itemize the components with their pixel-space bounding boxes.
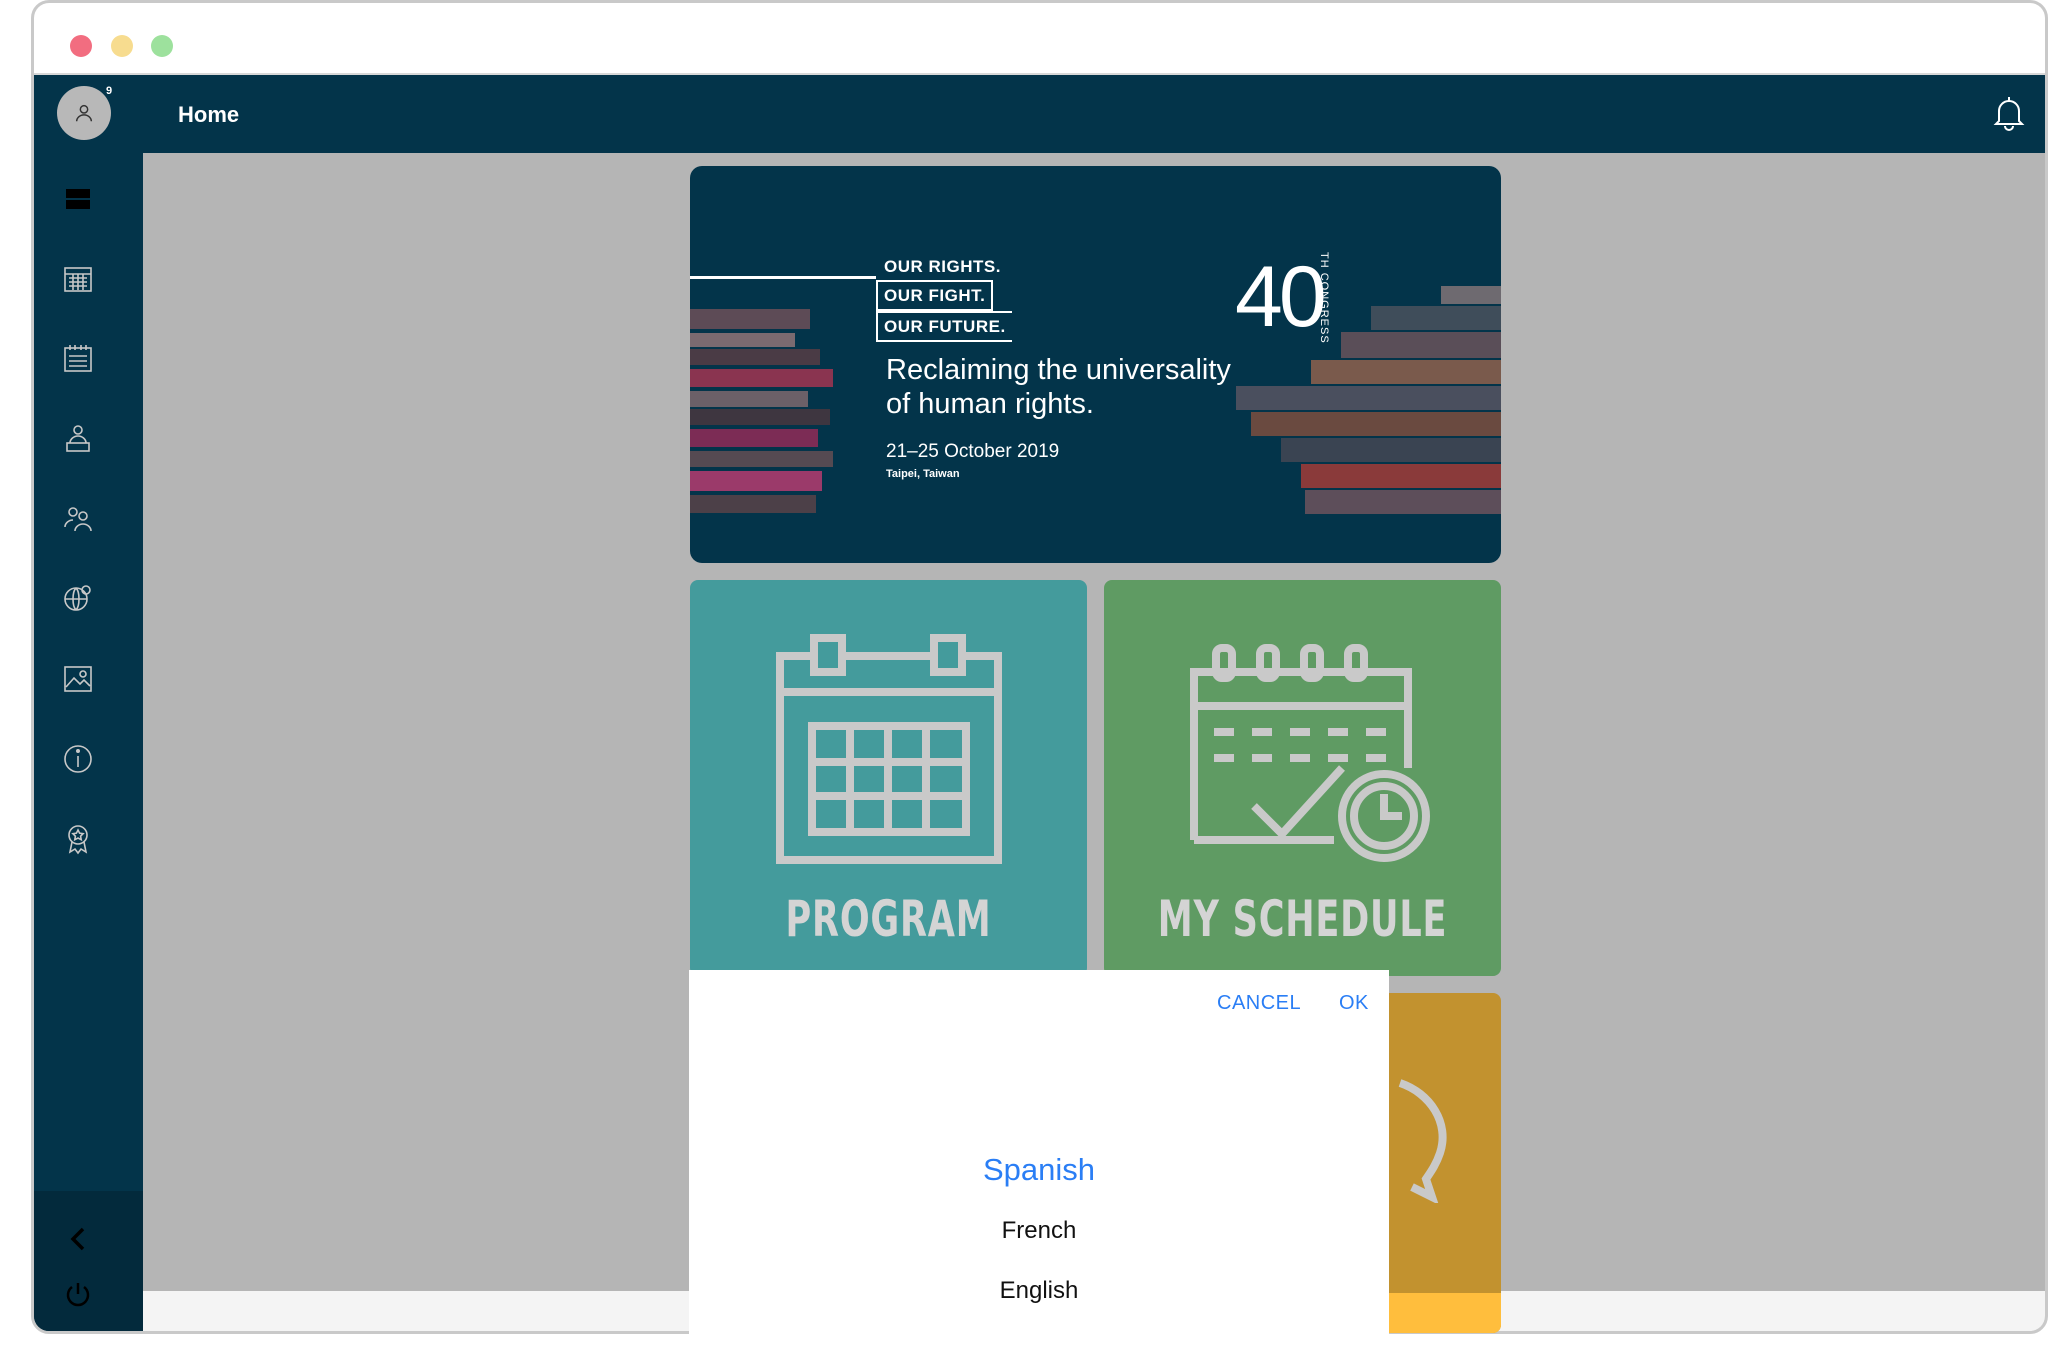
sidebar: 9 <box>34 75 143 1331</box>
calendar-icon <box>776 634 1002 864</box>
close-window-button[interactable] <box>70 35 92 57</box>
my-schedule-label: MY SCHEDULE <box>1157 890 1448 948</box>
sidebar-item-info[interactable] <box>58 739 98 779</box>
globe-people-icon <box>64 585 91 611</box>
maximize-window-button[interactable] <box>151 35 173 57</box>
sidebar-item-network[interactable] <box>58 579 98 619</box>
schedule-icon <box>64 345 92 372</box>
slogan-line-3: OUR FUTURE. <box>876 311 1012 342</box>
picker-option-french[interactable]: French <box>689 1217 1389 1245</box>
avatar[interactable] <box>57 86 111 140</box>
top-bar: Home <box>143 75 2045 153</box>
program-label: PROGRAM <box>785 890 992 948</box>
collapse-sidebar-button[interactable] <box>58 1219 98 1259</box>
calendar-icon <box>64 267 92 292</box>
banner-place: Taipei, Taiwan <box>886 468 960 480</box>
banner-dates: 21–25 October 2019 <box>886 441 1060 462</box>
award-icon <box>68 825 88 855</box>
info-icon <box>64 745 92 773</box>
sidebar-item-home[interactable] <box>58 179 98 219</box>
sidebar-item-schedule[interactable] <box>58 339 98 379</box>
slogan-line-1: OUR RIGHTS. <box>884 257 1001 276</box>
sidebar-item-attendees[interactable] <box>58 499 98 539</box>
sidebar-item-speakers[interactable] <box>58 419 98 459</box>
program-tile[interactable]: PROGRAM <box>690 580 1087 976</box>
language-picker: CANCEL OK Spanish French English <box>689 970 1389 1340</box>
cancel-button[interactable]: CANCEL <box>1217 992 1301 1015</box>
picker-option-spanish[interactable]: Spanish <box>689 1152 1389 1188</box>
page-title: Home <box>178 102 240 127</box>
sidebar-footer <box>34 1191 143 1331</box>
banner-rule <box>690 276 876 279</box>
notifications-button[interactable] <box>1991 94 2027 132</box>
right-photo-collage <box>1236 286 1501 514</box>
chat-bubble-icon <box>1398 1079 1447 1203</box>
gallery-icon <box>64 666 92 692</box>
schedule-check-icon <box>1190 644 1430 862</box>
logout-button[interactable] <box>58 1274 98 1314</box>
speaker-icon <box>66 425 90 452</box>
chevron-left-icon <box>70 1227 85 1251</box>
bell-icon <box>1993 97 2025 131</box>
minimize-window-button[interactable] <box>111 35 133 57</box>
slogan-line-2: OUR FIGHT. <box>876 280 994 311</box>
sidebar-item-program[interactable] <box>58 259 98 299</box>
banner-tagline: Reclaiming the universality of human rig… <box>886 354 1231 420</box>
my-schedule-tile[interactable]: MY SCHEDULE <box>1104 580 1501 976</box>
title-bar <box>34 3 2045 75</box>
left-photo-collage <box>690 309 833 514</box>
people-icon <box>64 507 92 532</box>
ok-button[interactable]: OK <box>1339 992 1369 1015</box>
notification-count-badge: 9 <box>106 85 113 97</box>
sidebar-item-sponsors[interactable] <box>58 819 98 859</box>
sidebar-item-gallery[interactable] <box>58 659 98 699</box>
banner-slogan: OUR RIGHTS. OUR FIGHT. OUR FUTURE. <box>876 253 1012 342</box>
congress-banner[interactable]: OUR RIGHTS. OUR FIGHT. OUR FUTURE. Recla… <box>690 166 1501 563</box>
user-icon <box>75 104 93 122</box>
power-icon <box>66 1283 90 1307</box>
picker-option-english[interactable]: English <box>689 1277 1389 1305</box>
list-icon <box>66 189 90 209</box>
